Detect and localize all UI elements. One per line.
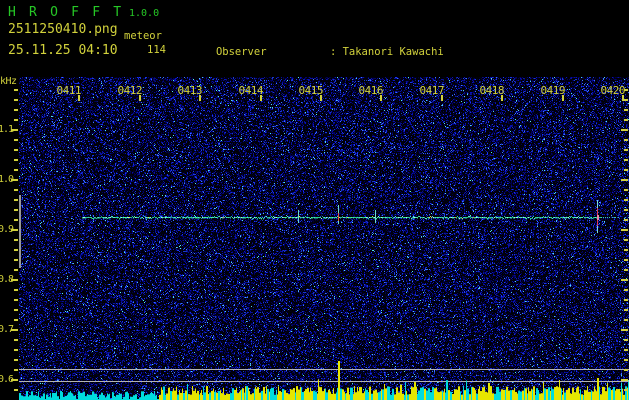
freq-major-tick-left — [11, 229, 18, 231]
freq-minor-tick-right — [624, 219, 628, 221]
spectrogram-canvas — [19, 77, 629, 400]
time-tick-0417 — [441, 95, 443, 101]
freq-major-tick-right — [621, 179, 628, 181]
time-tick-0418 — [501, 95, 503, 101]
freq-major-tick-left — [11, 179, 18, 181]
time-tick-0419 — [562, 95, 564, 101]
freq-minor-tick-right — [624, 269, 628, 271]
time-label-0414: 0414 — [238, 84, 264, 97]
freq-minor-tick-left — [14, 189, 18, 191]
freq-minor-tick-right — [624, 149, 628, 151]
time-tick-0420 — [622, 95, 624, 101]
freq-minor-tick-left — [14, 159, 18, 161]
time-tick-0413 — [199, 95, 201, 101]
freq-minor-tick-left — [14, 319, 18, 321]
freq-minor-tick-left — [14, 109, 18, 111]
freq-major-tick-right — [621, 379, 628, 381]
time-tick-0415 — [320, 95, 322, 101]
freq-minor-tick-left — [14, 369, 18, 371]
hrofft-window: H R O F F T 1.0.0 2511250410.png meteor … — [0, 0, 629, 400]
time-tick-0416 — [380, 95, 382, 101]
freq-minor-tick-left — [14, 389, 18, 391]
info-row-observer: Observer : Takanori Kawachi — [178, 33, 570, 72]
time-label-0420: 0420 — [600, 84, 626, 97]
freq-minor-tick-left — [14, 339, 18, 341]
info-label: Observer — [215, 46, 267, 58]
output-filename: 2511250410.png — [8, 22, 118, 37]
freq-minor-tick-left — [14, 299, 18, 301]
freq-minor-tick-left — [14, 259, 18, 261]
freq-minor-tick-right — [624, 359, 628, 361]
time-label-0411: 0411 — [56, 84, 82, 97]
freq-minor-tick-right — [624, 289, 628, 291]
freq-minor-tick-left — [14, 249, 18, 251]
freq-minor-tick-left — [14, 219, 18, 221]
freq-minor-tick-right — [624, 99, 628, 101]
time-label-0418: 0418 — [479, 84, 505, 97]
freq-minor-tick-left — [14, 99, 18, 101]
time-tick-0411 — [78, 95, 80, 101]
freq-minor-tick-left — [14, 199, 18, 201]
app-version: 1.0.0 — [129, 8, 160, 19]
freq-minor-tick-right — [624, 159, 628, 161]
freq-minor-tick-left — [14, 269, 18, 271]
freq-minor-tick-left — [14, 89, 18, 91]
freq-minor-tick-right — [624, 299, 628, 301]
time-label-0412: 0412 — [117, 84, 143, 97]
time-label-0415: 0415 — [298, 84, 324, 97]
freq-minor-tick-right — [624, 249, 628, 251]
freq-minor-tick-right — [624, 209, 628, 211]
freq-minor-tick-left — [14, 289, 18, 291]
freq-minor-tick-right — [624, 189, 628, 191]
freq-minor-tick-right — [624, 139, 628, 141]
freq-minor-tick-right — [624, 339, 628, 341]
freq-minor-tick-right — [624, 119, 628, 121]
freq-minor-tick-right — [624, 259, 628, 261]
freq-major-tick-right — [621, 279, 628, 281]
freq-major-tick-right — [621, 129, 628, 131]
freq-minor-tick-left — [14, 239, 18, 241]
freq-minor-tick-left — [14, 209, 18, 211]
freq-minor-tick-right — [624, 349, 628, 351]
time-label-0416: 0416 — [358, 84, 384, 97]
freq-minor-tick-left — [14, 309, 18, 311]
info-value: : Takanori Kawachi — [329, 46, 444, 58]
time-label-0419: 0419 — [540, 84, 566, 97]
freq-major-tick-right — [621, 329, 628, 331]
time-tick-0414 — [260, 95, 262, 101]
freq-minor-tick-left — [14, 349, 18, 351]
freq-minor-tick-right — [624, 309, 628, 311]
freq-major-tick-left — [11, 129, 18, 131]
app-title: H R O F F T — [8, 5, 124, 20]
freq-minor-tick-left — [14, 359, 18, 361]
freq-minor-tick-left — [14, 119, 18, 121]
freq-minor-tick-right — [624, 389, 628, 391]
observation-timestamp: 25.11.25 04:10 — [8, 43, 118, 58]
echo-count: 114 — [147, 44, 166, 56]
freq-major-tick-left — [11, 329, 18, 331]
freq-minor-tick-right — [624, 239, 628, 241]
mode-label: meteor — [124, 30, 162, 42]
freq-major-tick-right — [621, 229, 628, 231]
freq-minor-tick-left — [14, 169, 18, 171]
freq-minor-tick-left — [14, 139, 18, 141]
freq-minor-tick-right — [624, 169, 628, 171]
freq-minor-tick-right — [624, 319, 628, 321]
time-label-0413: 0413 — [177, 84, 203, 97]
freq-major-tick-left — [11, 379, 18, 381]
freq-minor-tick-right — [624, 369, 628, 371]
freq-minor-tick-right — [624, 199, 628, 201]
time-tick-0412 — [139, 95, 141, 101]
freq-minor-tick-right — [624, 109, 628, 111]
freq-major-tick-left — [11, 279, 18, 281]
freq-axis-unit: kHz — [0, 76, 17, 87]
freq-minor-tick-left — [14, 149, 18, 151]
time-label-0417: 0417 — [419, 84, 445, 97]
